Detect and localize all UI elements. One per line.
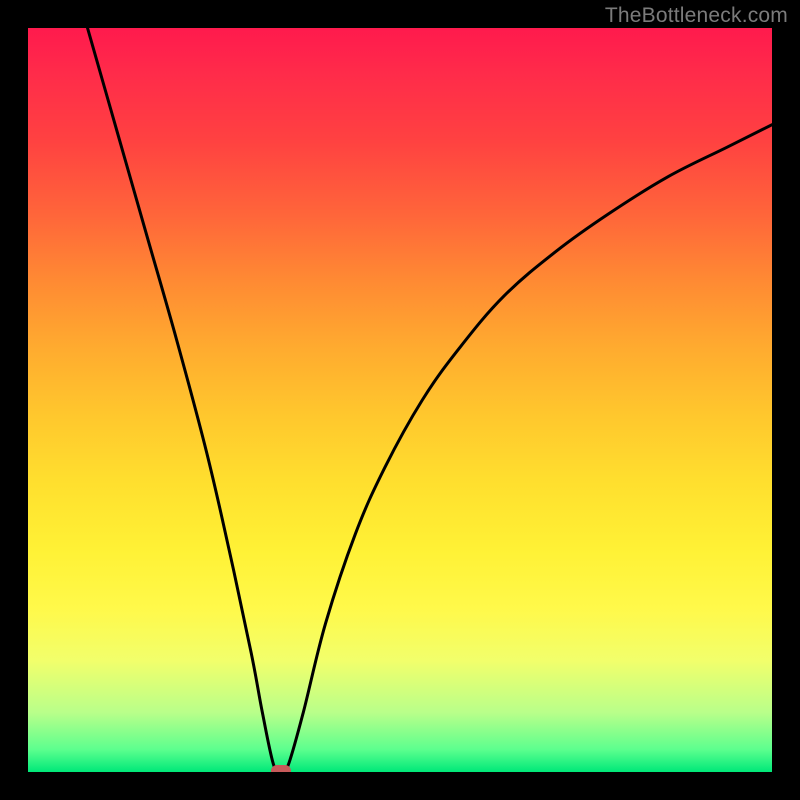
plot-area (28, 28, 772, 772)
chart-frame: TheBottleneck.com (0, 0, 800, 800)
watermark-text: TheBottleneck.com (605, 4, 788, 28)
optimal-point-marker (271, 765, 291, 772)
bottleneck-curve (28, 28, 772, 772)
